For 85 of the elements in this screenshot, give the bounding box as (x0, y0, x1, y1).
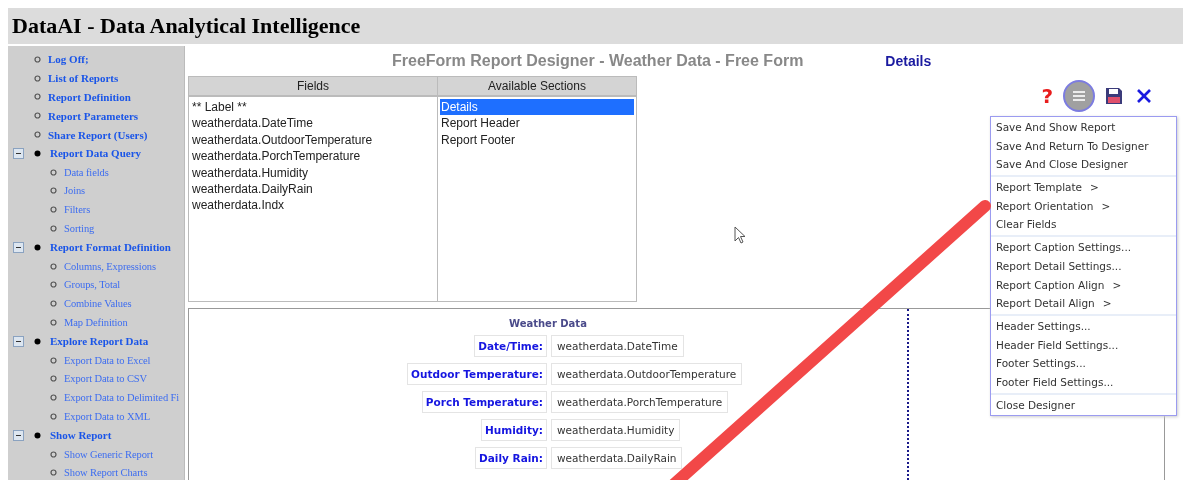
menu-item[interactable]: Footer Settings... (991, 354, 1176, 373)
sidebar-link[interactable]: Log Off; (48, 53, 89, 66)
bullet-icon (50, 206, 57, 214)
field-placeholder[interactable]: weatherdata.DailyRain (551, 447, 683, 469)
menu-item[interactable]: Header Settings... (991, 316, 1176, 336)
section-item[interactable]: Report Header (440, 115, 634, 132)
sidebar-link[interactable]: Share Report (Users) (48, 128, 148, 141)
sidebar-group-link[interactable]: Show Report (50, 429, 112, 442)
bullet-icon (34, 93, 41, 101)
field-item[interactable]: weatherdata.DateTime (191, 115, 435, 132)
bullet-icon (34, 74, 41, 82)
sidebar-group-link[interactable]: Explore Report Data (50, 335, 149, 348)
menu-item[interactable]: Report Detail Settings... (991, 256, 1176, 276)
bullet-icon (50, 375, 57, 383)
column-header: Fields (189, 77, 437, 97)
app-title: DataAI - Data Analytical Intelligence (12, 13, 361, 39)
bullet-icon (34, 55, 41, 63)
sidebar-group-link[interactable]: Report Data Query (50, 147, 142, 160)
menu-item[interactable]: Report Caption Align > (991, 275, 1176, 295)
bullet-icon (50, 413, 57, 421)
bullet-icon (50, 319, 57, 327)
bullet-icon (50, 469, 57, 477)
menu-item[interactable]: Report Template > (991, 178, 1176, 197)
section-label: Details (885, 53, 932, 69)
menu-item[interactable]: Clear Fields (991, 215, 1176, 235)
menu-item[interactable]: Save And Close Designer (991, 155, 1176, 175)
menu-item[interactable]: Save And Return To Designer (991, 136, 1176, 156)
collapse-icon[interactable] (13, 241, 24, 253)
bullet-icon (50, 262, 57, 270)
field-item[interactable]: weatherdata.Humidity (191, 164, 435, 182)
sidebar-group-link[interactable]: Report Format Definition (50, 241, 171, 254)
sidebar-link[interactable]: Report Parameters (48, 109, 139, 122)
bullet-icon (34, 112, 41, 120)
field-placeholder[interactable]: weatherdata.Humidity (551, 419, 681, 441)
collapse-icon[interactable] (13, 429, 24, 441)
submenu-arrow: > (1090, 181, 1099, 194)
bullet-icon (50, 450, 57, 458)
collapse-icon[interactable] (13, 147, 24, 159)
bullet-icon (34, 337, 41, 345)
bullet-icon (50, 187, 57, 195)
menu-item[interactable]: Header Field Settings... (991, 335, 1176, 355)
field-item[interactable]: weatherdata.OutdoorTemperature (191, 131, 435, 149)
bullet-icon (50, 356, 57, 364)
field-placeholder[interactable]: weatherdata.PorchTemperature (551, 391, 729, 413)
field-label[interactable]: Daily Rain: (475, 447, 547, 469)
collapse-icon[interactable] (13, 335, 24, 347)
field-label[interactable]: Date/Time: (474, 335, 547, 357)
mouse-cursor-icon (734, 226, 746, 244)
field-placeholder[interactable]: weatherdata.DateTime (551, 335, 684, 357)
help-button[interactable]: ? (1037, 81, 1057, 111)
sidebar-link[interactable]: Report Definition (48, 91, 131, 103)
field-label[interactable]: Porch Temperature: (421, 391, 547, 413)
menu-button[interactable] (1063, 80, 1095, 112)
menu-item[interactable]: Report Caption Settings... (991, 238, 1176, 257)
bullet-icon (34, 149, 41, 157)
field-placeholder[interactable]: weatherdata.OutdoorTemperature (551, 363, 743, 385)
sidebar-link[interactable]: List of Reports (48, 72, 119, 85)
field-label[interactable]: Outdoor Temperature: (407, 363, 547, 385)
bullet-icon (50, 281, 57, 289)
menu-item[interactable]: Footer Field Settings... (991, 372, 1176, 392)
designer-title: FreeForm Report Designer - Weather Data - Free Form (392, 52, 804, 70)
field-item[interactable]: weatherdata.DailyRain (191, 181, 435, 198)
submenu-arrow: > (1101, 199, 1111, 212)
field-item[interactable]: weatherdata.PorchTemperature (191, 148, 435, 165)
bullet-icon (50, 168, 57, 176)
bullet-icon (34, 243, 41, 251)
bullet-icon (34, 131, 41, 139)
field-item[interactable]: weatherdata.Indx (191, 197, 435, 214)
menu-item[interactable]: Report Detail Align > (991, 294, 1176, 313)
section-item[interactable]: Report Footer (440, 131, 634, 149)
menu-item[interactable]: Save And Show Report (991, 118, 1176, 137)
column-header: Available Sections (438, 77, 636, 97)
menu-item[interactable]: Close Designer (991, 395, 1176, 415)
bullet-icon (50, 300, 57, 308)
field-label[interactable]: Humidity: (481, 419, 547, 441)
close-icon[interactable] (1137, 89, 1151, 103)
bullet-icon (34, 431, 41, 439)
field-item[interactable]: ** Label ** (191, 99, 435, 116)
report-caption: Weather Data (509, 318, 587, 329)
menu-item[interactable]: Report Orientation > (991, 196, 1176, 216)
submenu-arrow: > (1102, 297, 1112, 310)
submenu-arrow: > (1112, 278, 1122, 291)
section-item[interactable]: Details (440, 99, 634, 116)
bullet-icon (50, 225, 57, 233)
bullet-icon (50, 394, 57, 402)
